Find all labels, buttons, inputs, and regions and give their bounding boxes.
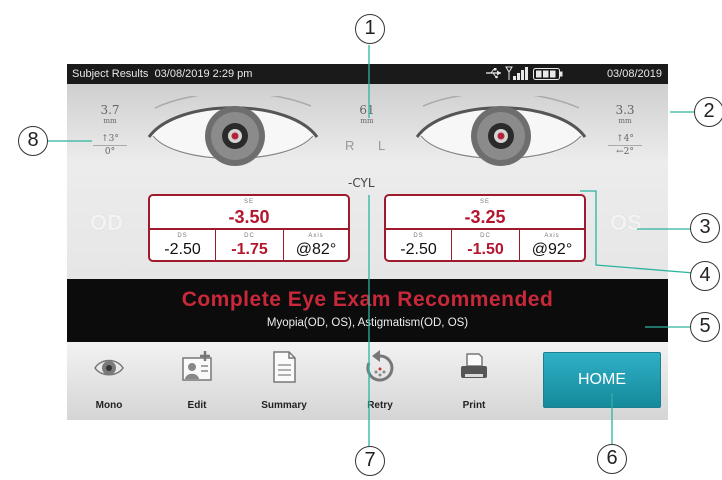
callout-6: 6 [597,444,627,474]
callout-1: 1 [355,14,385,44]
callout-2: 2 [694,97,722,127]
callout-leader-lines [48,45,695,446]
callout-8: 8 [18,126,48,156]
callout-5: 5 [690,312,720,342]
callout-3: 3 [690,213,720,243]
callout-7: 7 [355,446,385,476]
callout-4: 4 [690,261,720,291]
